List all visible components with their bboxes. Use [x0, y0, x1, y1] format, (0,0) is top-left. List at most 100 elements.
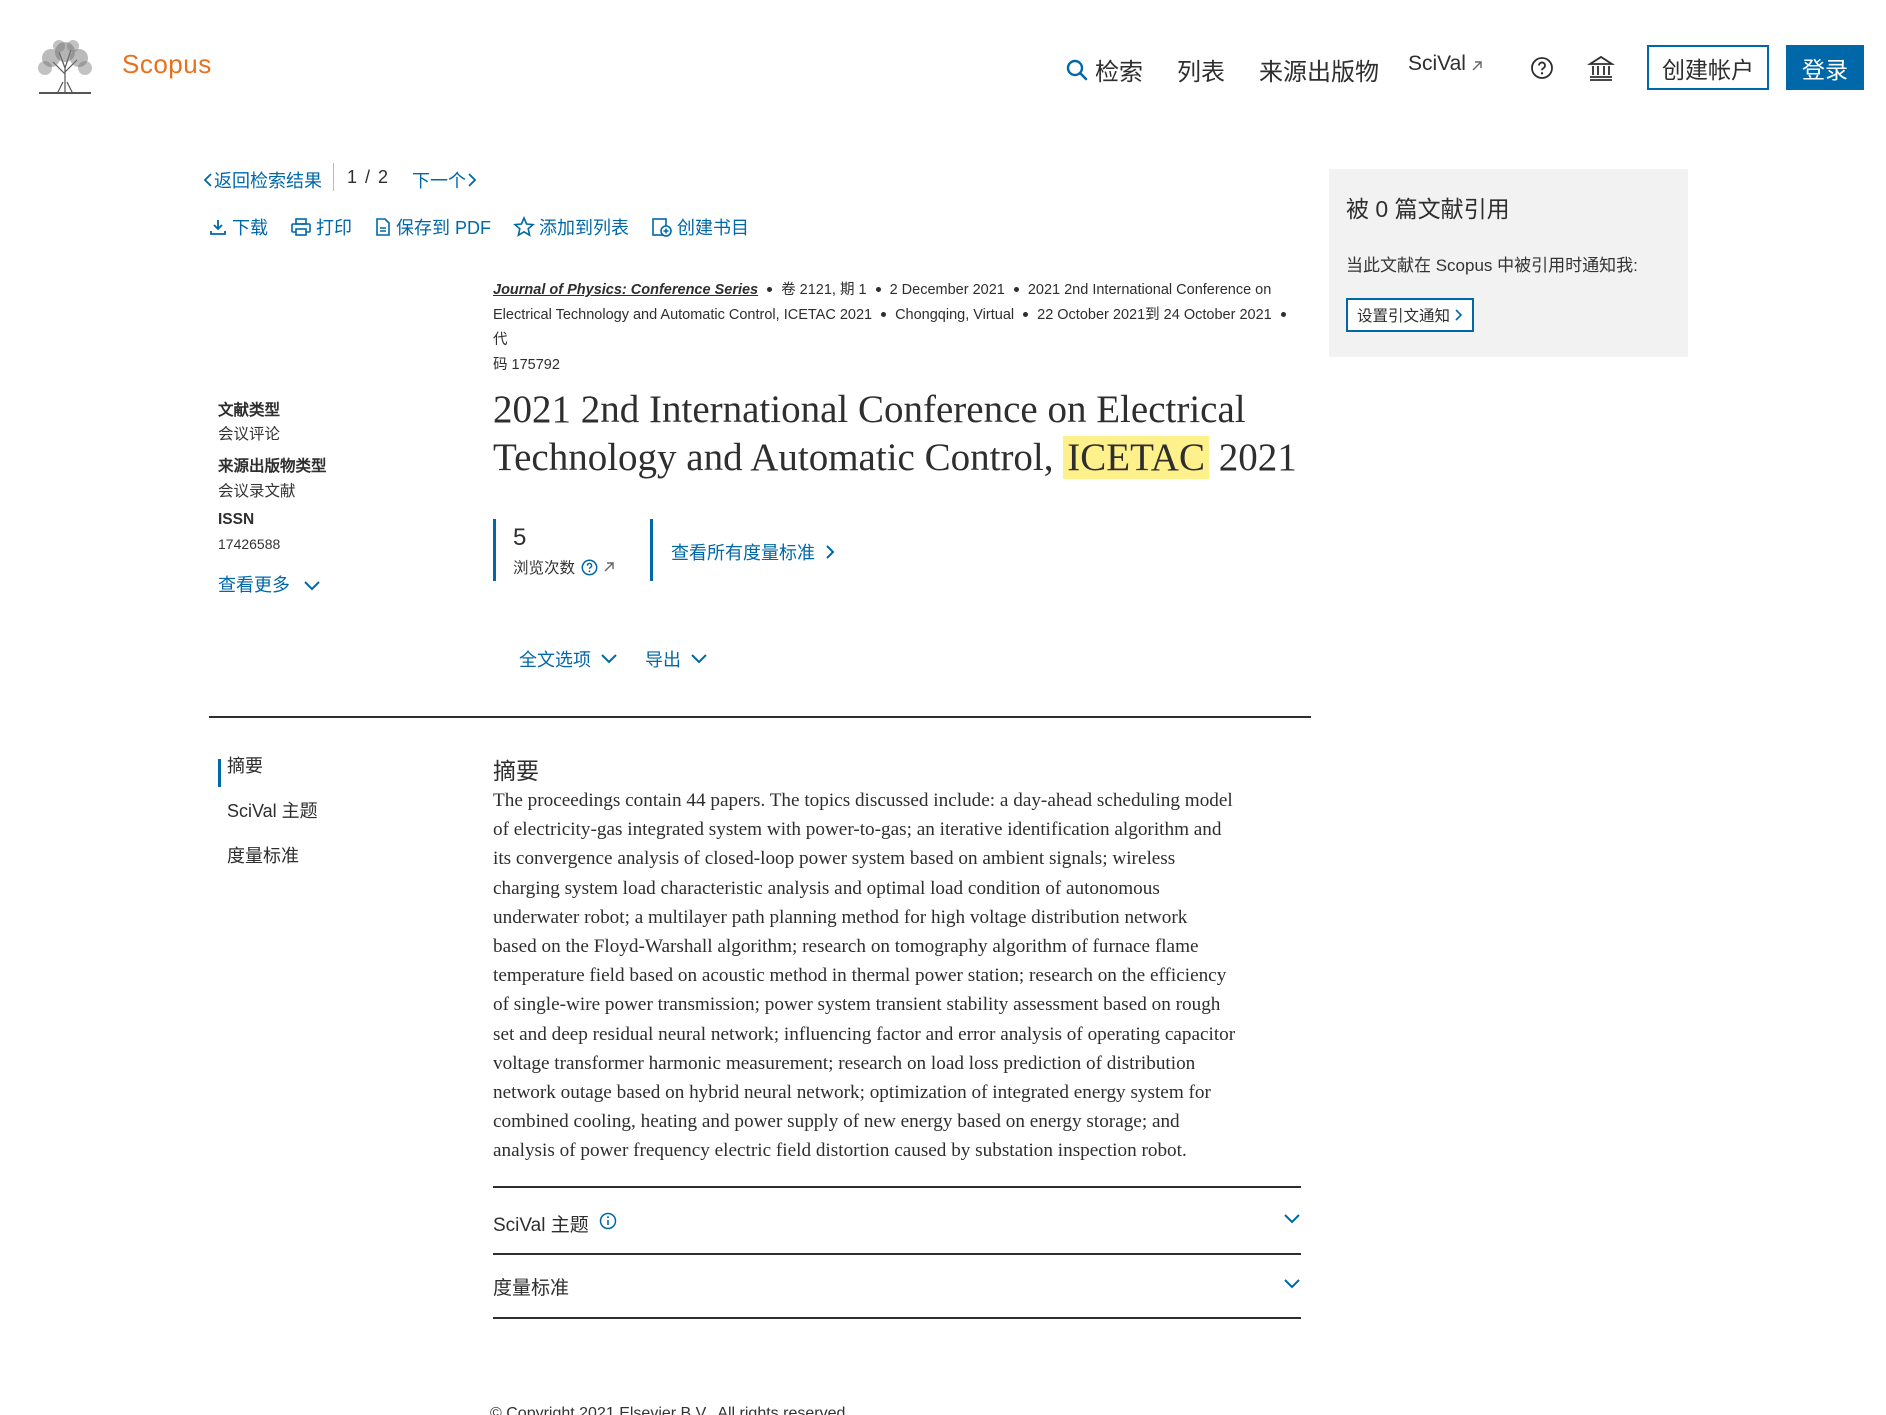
external-link-icon: [1472, 61, 1482, 71]
scival-topics-accordion[interactable]: SciVal 主题: [493, 1210, 617, 1237]
chevron-down-icon: [601, 654, 617, 664]
abstract-line: The proceedings contain 44 papers. The t…: [493, 790, 1233, 811]
separator-dot: [1280, 311, 1286, 317]
chevron-down-icon[interactable]: [1282, 1212, 1302, 1231]
cited-by-title: 被 0 篇文献引用: [1346, 196, 1510, 222]
abstract-line: temperature field based on acoustic meth…: [493, 965, 1227, 987]
print-label: 打印: [316, 218, 352, 238]
chevron-right-icon: [1455, 309, 1463, 321]
accordion-divider: [493, 1317, 1301, 1319]
create-bibliography-label: 创建书目: [677, 218, 750, 238]
export-button[interactable]: 导出: [645, 646, 709, 672]
metrics-accordion-label: 度量标准: [493, 1278, 570, 1299]
back-to-results-link[interactable]: 返回检索结果: [202, 167, 322, 193]
view-all-metrics-link[interactable]: 查看所有度量标准: [671, 539, 837, 565]
search-icon: [1066, 59, 1088, 80]
abstract-line: based on the Floyd-Warshall algorithm; r…: [493, 936, 1199, 958]
add-to-list-button[interactable]: 添加到列表: [513, 214, 629, 240]
create-account-button[interactable]: 创建帐户: [1647, 45, 1769, 90]
abstract-line: of electricity-gas integrated system wit…: [493, 819, 1222, 841]
set-citation-alert-button[interactable]: 设置引文通知: [1346, 298, 1474, 332]
external-link-icon[interactable]: [602, 560, 616, 574]
print-icon: [291, 218, 311, 236]
copyright-text: © Copyright 2021 Elsevier B.V., All righ…: [490, 1405, 850, 1415]
metrics-accordion[interactable]: 度量标准: [493, 1273, 569, 1300]
help-circle-icon[interactable]: [581, 559, 598, 576]
help-icon[interactable]: [1530, 56, 1554, 85]
info-icon[interactable]: [599, 1212, 617, 1230]
source-info: Journal of Physics: Conference Series 卷 2…: [493, 278, 1305, 378]
chevron-right-icon: [468, 173, 477, 187]
separator-dot: [1013, 286, 1019, 292]
institution-icon[interactable]: [1586, 54, 1616, 87]
source-type-value: 会议录文献: [218, 483, 296, 500]
next-label: 下一个: [412, 171, 466, 191]
see-more-button[interactable]: 查看更多: [218, 571, 322, 597]
download-icon: [210, 220, 226, 235]
save-pdf-label: 保存到 PDF: [396, 218, 492, 238]
nav-search-label: 检索: [1095, 59, 1143, 86]
page-sep: /: [365, 167, 371, 187]
document-title: 2021 2nd International Conference on Ele…: [493, 386, 1323, 482]
conference-dates: 22 October 2021到 24 October 2021: [1037, 307, 1272, 323]
conference-code-part2: 码 175792: [493, 357, 560, 373]
nav-lists[interactable]: 列表: [1177, 52, 1225, 87]
metric-accent-bar: [650, 519, 653, 581]
create-bibliography-button[interactable]: 创建书目: [651, 214, 749, 240]
print-button[interactable]: 打印: [290, 214, 352, 240]
doc-type-value: 会议评论: [218, 426, 281, 443]
view-all-metrics-label: 查看所有度量标准: [671, 543, 815, 563]
fulltext-options-label: 全文选项: [519, 650, 591, 670]
chevron-right-icon: [826, 545, 835, 559]
abstract-line: set and deep residual neural network; in…: [493, 1023, 1236, 1045]
scival-topics-accordion-label: SciVal 主题: [493, 1215, 589, 1236]
citation-alert-text: 当此文献在 Scopus 中被引用时通知我:: [1346, 256, 1638, 275]
journal-link[interactable]: Journal of Physics: Conference Series: [493, 282, 758, 298]
separator-dot: [875, 286, 881, 292]
page-current: 1: [347, 167, 358, 187]
accordion-divider: [493, 1186, 1301, 1188]
chevron-down-icon[interactable]: [1282, 1277, 1302, 1296]
issn-value: 17426588: [218, 536, 281, 552]
nav-sources[interactable]: 来源出版物: [1259, 52, 1379, 87]
separator-dot: [767, 286, 773, 292]
bibliography-icon: [652, 218, 672, 237]
scopus-logo[interactable]: Scopus: [122, 49, 212, 80]
pdf-icon: [376, 218, 390, 236]
views-label-row: 浏览次数: [513, 556, 616, 578]
save-pdf-button[interactable]: 保存到 PDF: [374, 214, 491, 240]
sidenav-active-indicator: [218, 759, 221, 787]
abstract-heading: 摘要: [493, 758, 539, 784]
nav-scival[interactable]: SciVal: [1408, 52, 1490, 76]
sidenav-metrics[interactable]: 度量标准: [227, 842, 299, 868]
nav-scival-label: SciVal: [1408, 52, 1466, 75]
section-divider: [209, 716, 1311, 718]
sidenav-scival-topics[interactable]: SciVal 主题: [227, 797, 318, 823]
fulltext-options-button[interactable]: 全文选项: [519, 646, 619, 672]
title-highlight: ICETAC: [1063, 436, 1209, 479]
views-label: 浏览次数: [513, 560, 576, 577]
conference-location: Chongqing, Virtual: [895, 307, 1015, 323]
title-line1: 2021 2nd International Conference on Ele…: [493, 388, 1246, 431]
sidenav-abstract[interactable]: 摘要: [227, 752, 263, 778]
login-button[interactable]: 登录: [1786, 45, 1864, 90]
conference-code-part1: 代: [493, 332, 508, 348]
accordion-divider: [493, 1253, 1301, 1255]
document-toolbar: 下载 打印 保存到 PDF 添加到列表 创建书目: [208, 214, 771, 240]
abstract-line: underwater robot; a multilayer path plan…: [493, 906, 1188, 928]
abstract-line: charging system load characteristic anal…: [493, 877, 1160, 899]
abstract-line: voltage transformer harmonic measurement…: [493, 1052, 1196, 1074]
source-type-label: 来源出版物类型: [218, 458, 327, 475]
chevron-left-icon: [203, 173, 212, 187]
export-label: 导出: [645, 650, 681, 670]
elsevier-tree-logo[interactable]: [33, 38, 97, 96]
download-button[interactable]: 下载: [208, 214, 268, 240]
nav-search[interactable]: 检索: [1065, 52, 1143, 87]
publication-date: 2 December 2021: [889, 282, 1005, 298]
doc-type-label: 文献类型: [218, 402, 281, 419]
next-link[interactable]: 下一个: [412, 167, 478, 193]
star-icon: [513, 216, 535, 237]
set-citation-alert-label: 设置引文通知: [1356, 308, 1450, 325]
separator-dot: [1023, 311, 1029, 317]
abstract-line: of single-wire power transmission; power…: [493, 994, 1221, 1016]
